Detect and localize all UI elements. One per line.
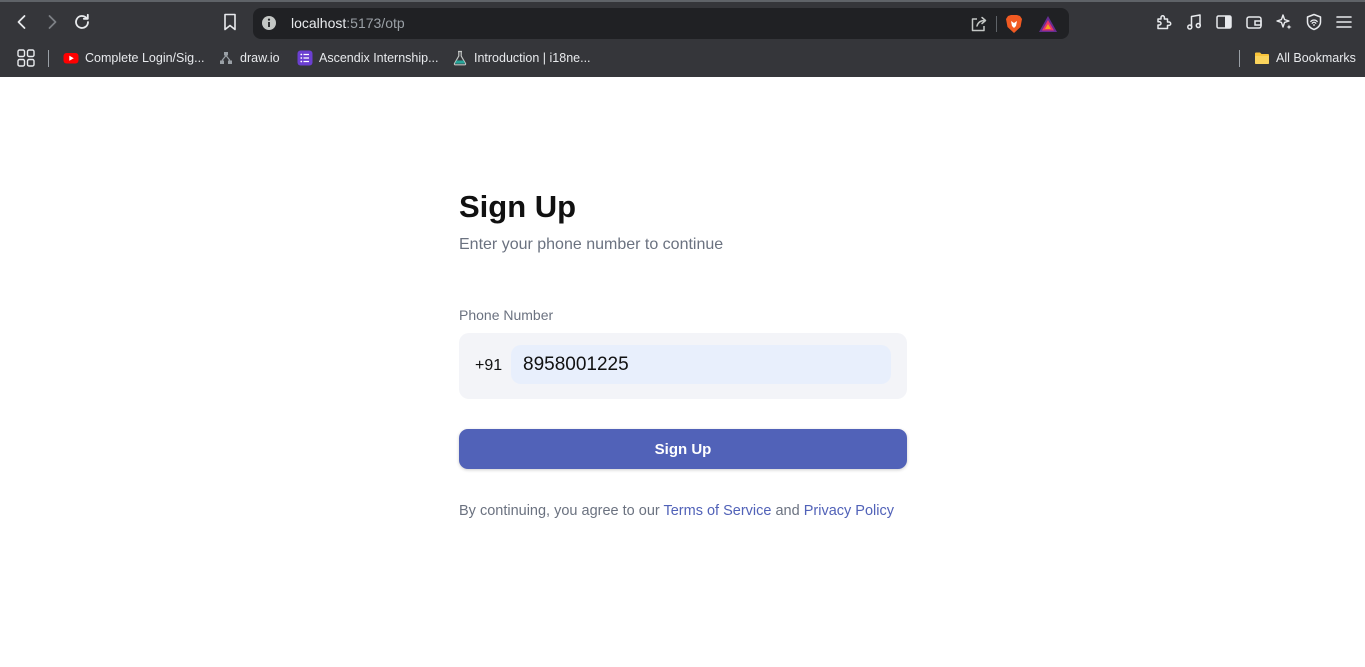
share-icon[interactable]	[969, 14, 989, 34]
apps-grid-icon[interactable]	[17, 49, 35, 67]
bookmark-item-youtube[interactable]: Complete Login/Sig...	[63, 48, 205, 68]
vpn-icon[interactable]	[1300, 8, 1328, 36]
url-text[interactable]: localhost:5173/otp	[291, 15, 405, 32]
youtube-icon	[63, 53, 79, 64]
country-code[interactable]: +91	[475, 356, 502, 376]
flask-icon	[453, 50, 467, 66]
bookmark-label: draw.io	[240, 51, 280, 65]
terms-of-service-link[interactable]: Terms of Service	[663, 503, 771, 519]
reload-icon[interactable]	[68, 8, 96, 36]
page-title: Sign Up	[459, 189, 577, 224]
phone-number-input[interactable]	[511, 345, 891, 384]
all-bookmarks-label: All Bookmarks	[1276, 51, 1356, 65]
terms-prefix: By continuing, you agree to our	[459, 503, 664, 519]
bookmark-label: Complete Login/Sig...	[85, 51, 205, 65]
bookmark-item-i18next[interactable]: Introduction | i18ne...	[452, 48, 591, 68]
phone-number-label: Phone Number	[459, 307, 554, 323]
bookmarks-divider	[48, 50, 49, 67]
sign-up-button[interactable]: Sign Up	[459, 429, 907, 469]
wallet-icon[interactable]	[1240, 8, 1268, 36]
bookmark-item-drawio[interactable]: draw.io	[218, 48, 280, 68]
media-controls-icon[interactable]	[1180, 8, 1208, 36]
bookmark-page-icon[interactable]	[216, 8, 244, 36]
extensions-icon[interactable]	[1150, 8, 1178, 36]
brave-rewards-icon[interactable]	[1038, 15, 1058, 33]
bookmarks-bar: Complete Login/Sig... draw.io Ascendix I…	[0, 42, 1365, 77]
bookmark-item-ascendix[interactable]: Ascendix Internship...	[297, 48, 439, 68]
site-info-icon[interactable]	[261, 15, 277, 31]
menu-icon[interactable]	[1330, 8, 1358, 36]
page-subtitle: Enter your phone number to continue	[459, 236, 724, 253]
back-icon[interactable]	[8, 8, 36, 36]
brave-shields-icon[interactable]	[1005, 14, 1023, 34]
drawio-icon	[220, 52, 232, 64]
url-path: :5173/otp	[346, 15, 405, 31]
all-bookmarks-folder[interactable]: All Bookmarks	[1254, 48, 1356, 68]
forward-icon[interactable]	[38, 8, 66, 36]
folder-icon	[1255, 52, 1269, 64]
terms-notice: By continuing, you agree to our Terms of…	[459, 502, 894, 520]
leo-ai-icon[interactable]	[1270, 8, 1298, 36]
url-host: localhost	[291, 15, 347, 31]
address-bar[interactable]: localhost:5173/otp	[253, 8, 1069, 39]
bookmark-label: Introduction | i18ne...	[474, 51, 591, 65]
address-bar-separator	[996, 16, 997, 32]
phone-input-group: +91	[459, 333, 907, 399]
privacy-policy-link[interactable]: Privacy Policy	[804, 503, 894, 519]
list-icon	[297, 50, 313, 66]
browser-chrome: localhost:5173/otp Complete Login/Sig...…	[0, 0, 1365, 77]
terms-and: and	[771, 503, 804, 519]
page-content: Sign Up Enter your phone number to conti…	[0, 77, 1365, 667]
bookmark-label: Ascendix Internship...	[319, 51, 439, 65]
bookmarks-divider-right	[1239, 50, 1240, 67]
sidebar-toggle-icon[interactable]	[1210, 8, 1238, 36]
browser-toolbar: localhost:5173/otp	[0, 2, 1365, 42]
